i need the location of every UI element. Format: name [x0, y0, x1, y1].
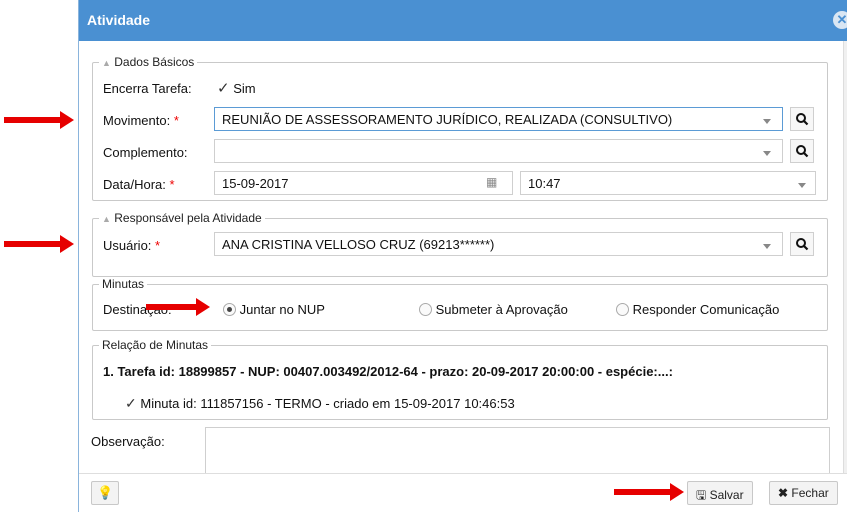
dialog-content: ▲ Dados Básicos Encerra Tarefa: ✓ Sim Mo… — [79, 41, 844, 474]
radio-responder-comunicacao[interactable]: Responder Comunicação — [616, 302, 779, 317]
movimento-combobox[interactable]: REUNIÃO DE ASSESSORAMENTO JURÍDICO, REAL… — [214, 107, 783, 131]
movimento-label: Movimento: * — [103, 113, 179, 128]
observacao-textarea[interactable] — [205, 427, 830, 474]
minuta-item: Minuta id: 111857156 - TERMO - criado em… — [140, 396, 515, 411]
chevron-down-icon[interactable] — [763, 119, 771, 124]
atividade-dialog: Atividade ✕ ▲ Dados Básicos Encerra Tare… — [78, 0, 847, 512]
close-label: Fechar — [791, 486, 829, 500]
close-icon: ✖ — [778, 486, 789, 500]
search-usuario-button[interactable] — [790, 232, 814, 256]
close-button[interactable]: ✖ Fechar — [769, 481, 838, 505]
checkmark-icon: ✓ — [125, 395, 137, 411]
chevron-down-icon[interactable] — [763, 151, 771, 156]
legend-minutas: Minutas — [102, 277, 145, 291]
checkmark-icon: ✓ — [217, 80, 230, 97]
usuario-label: Usuário: * — [103, 238, 161, 253]
collapse-triangle-icon: ▲ — [102, 58, 111, 68]
time-combobox[interactable]: 10:47 — [520, 171, 816, 195]
legend-dados-basicos[interactable]: ▲ Dados Básicos — [99, 55, 197, 69]
dialog-title: Atividade — [87, 12, 151, 28]
radio-juntar-nup[interactable]: Juntar no NUP — [223, 302, 325, 317]
vertical-scrollbar[interactable]: ▲ ▼ — [843, 41, 847, 474]
complemento-combobox[interactable] — [214, 139, 783, 163]
annotation-arrow-salvar — [614, 483, 684, 501]
usuario-value: ANA CRISTINA VELLOSO CRUZ (69213******) — [222, 237, 495, 252]
date-input[interactable]: 15-09-2017 — [214, 171, 513, 195]
search-complemento-button[interactable] — [790, 139, 814, 163]
encerra-tarefa-checkbox[interactable]: ✓ Sim — [217, 79, 256, 97]
search-icon — [796, 113, 809, 126]
usuario-combobox[interactable]: ANA CRISTINA VELLOSO CRUZ (69213******) — [214, 232, 783, 256]
complemento-label: Complemento: — [103, 145, 188, 160]
annotation-arrow-destinacao — [146, 298, 210, 316]
radio-label: Responder Comunicação — [632, 302, 780, 317]
close-icon[interactable]: ✕ — [833, 11, 847, 29]
radio-button-icon — [223, 303, 236, 316]
legend-responsavel[interactable]: ▲ Responsável pela Atividade — [99, 211, 265, 225]
chevron-down-icon[interactable] — [798, 183, 806, 188]
chevron-down-icon[interactable] — [763, 244, 771, 249]
radio-label: Juntar no NUP — [239, 302, 325, 317]
dialog-titlebar: Atividade ✕ — [79, 0, 847, 41]
radio-button-icon — [616, 303, 629, 316]
radio-label: Submeter à Aprovação — [435, 302, 568, 317]
lightbulb-icon: 💡 — [97, 485, 114, 500]
annotation-arrow-movimento — [4, 111, 74, 129]
collapse-triangle-icon: ▲ — [102, 214, 111, 224]
date-value: 15-09-2017 — [222, 176, 289, 191]
minuta-checkbox[interactable]: ✓ Minuta id: 111857156 - TERMO - criado … — [125, 395, 515, 412]
radio-button-icon — [419, 303, 432, 316]
search-icon — [796, 238, 809, 251]
search-icon — [796, 145, 809, 158]
help-button[interactable]: 💡 — [91, 481, 120, 505]
encerra-tarefa-value: Sim — [233, 81, 256, 96]
calendar-icon[interactable]: ▦ — [486, 175, 497, 189]
time-value: 10:47 — [528, 176, 561, 191]
legend-relacao-minutas: Relação de Minutas — [102, 338, 209, 352]
observacao-label: Observação: — [91, 434, 165, 449]
movimento-value: REUNIÃO DE ASSESSORAMENTO JURÍDICO, REAL… — [222, 112, 673, 127]
floppy-disk-icon: 🖫 — [696, 488, 707, 502]
tarefa-item: 1. Tarefa id: 18899857 - NUP: 00407.0034… — [103, 364, 673, 379]
encerra-tarefa-label: Encerra Tarefa: — [103, 81, 192, 96]
save-button[interactable]: 🖫 Salvar — [687, 481, 753, 505]
annotation-arrow-usuario — [4, 235, 74, 253]
save-label: Salvar — [709, 488, 744, 502]
search-movimento-button[interactable] — [790, 107, 814, 131]
datahora-label: Data/Hora: * — [103, 177, 175, 192]
radio-submeter-aprovacao[interactable]: Submeter à Aprovação — [419, 302, 568, 317]
dialog-footer: 💡 🖫 Salvar ✖ Fechar — [79, 473, 847, 512]
